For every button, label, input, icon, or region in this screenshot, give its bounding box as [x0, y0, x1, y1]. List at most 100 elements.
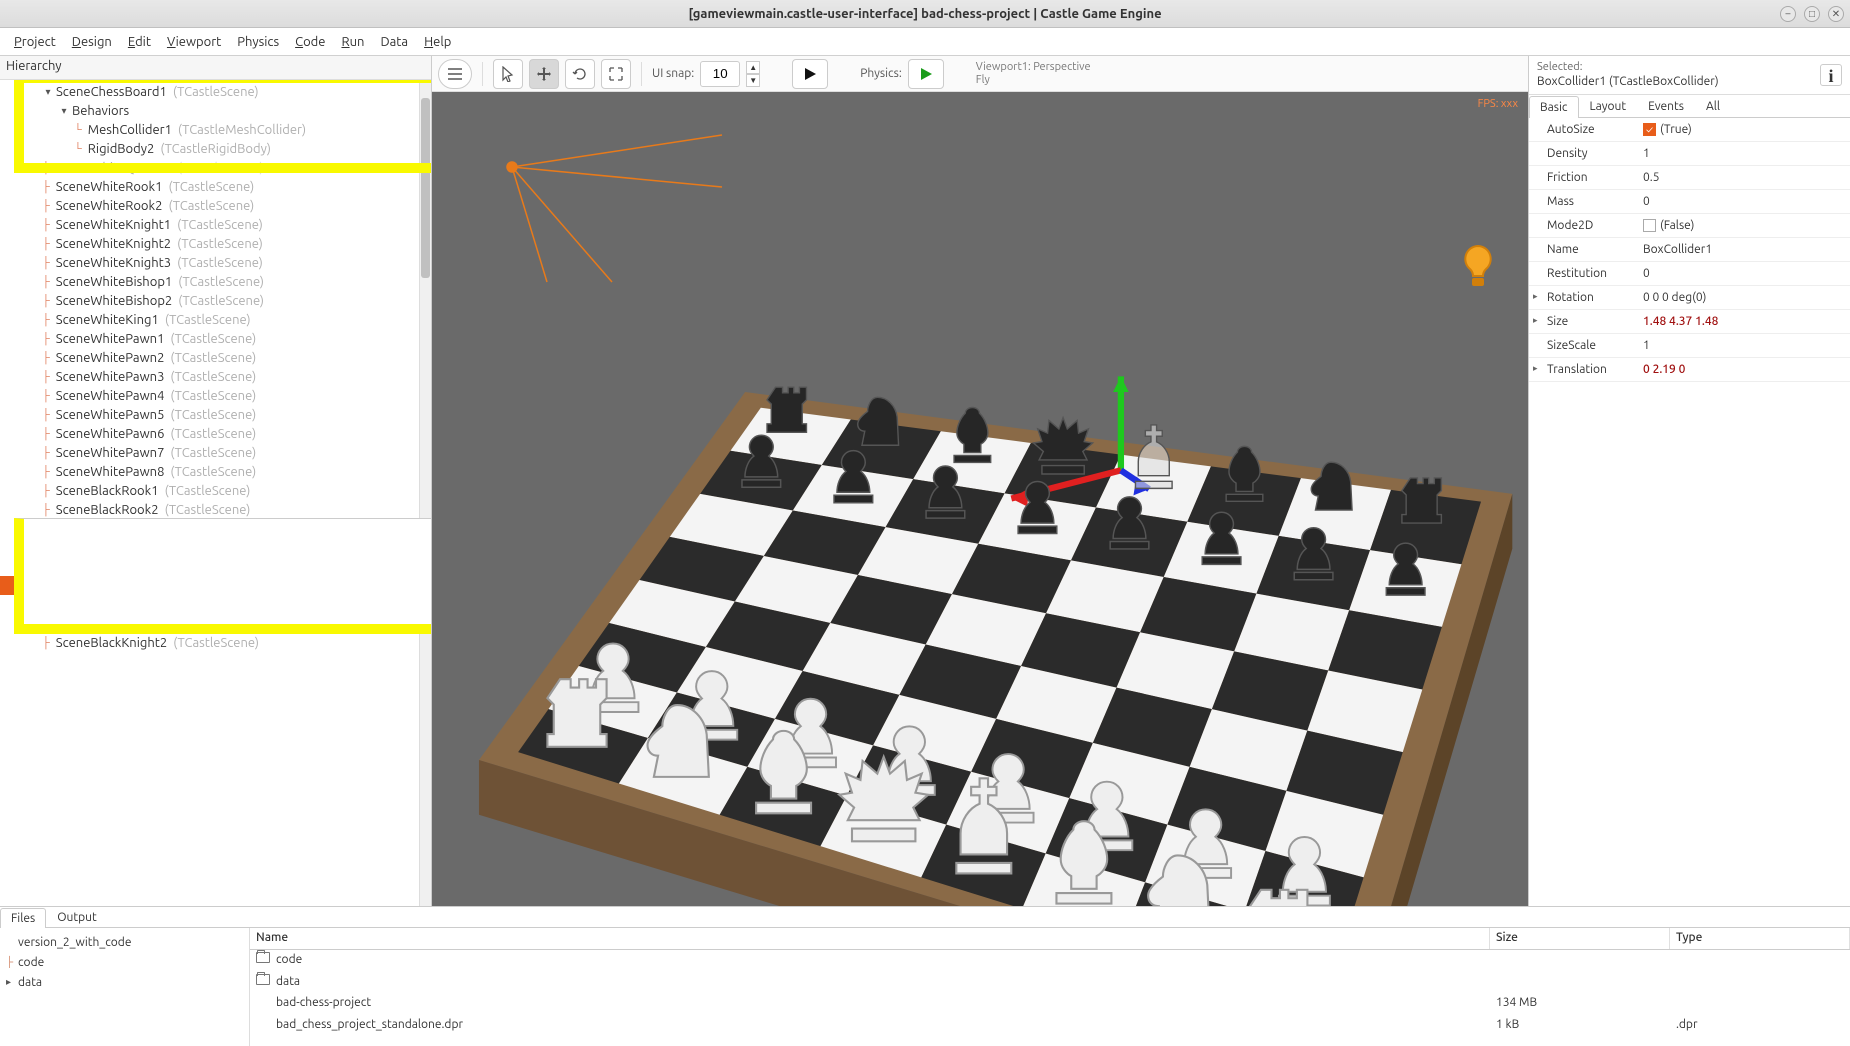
property-row[interactable]: Friction0.5: [1529, 166, 1850, 190]
hierarchy-item[interactable]: ├SceneBlackRook2(TCastleScene): [0, 500, 431, 519]
menu-physics[interactable]: Physics: [229, 31, 287, 53]
close-button[interactable]: ✕: [1828, 6, 1844, 22]
file-row[interactable]: data: [250, 972, 1850, 994]
tab-layout[interactable]: Layout: [1579, 95, 1638, 117]
tab-files[interactable]: Files: [0, 908, 46, 928]
hierarchy-item[interactable]: ├SceneWhiteKing1(TCastleScene): [0, 310, 431, 329]
hierarchy-item[interactable]: ├SceneWhiteBishop1(TCastleScene): [0, 272, 431, 291]
menu-run[interactable]: Run: [333, 31, 372, 53]
hierarchy-item[interactable]: ├SceneWhitePawn6(TCastleScene): [0, 424, 431, 443]
hierarchy-item[interactable]: └BoxCollider1(TCastleBoxCollider): [0, 576, 431, 595]
property-value[interactable]: 0: [1639, 195, 1850, 208]
hierarchy-item[interactable]: ├SceneBlackRook1(TCastleScene): [0, 481, 431, 500]
col-type[interactable]: Type: [1670, 928, 1850, 949]
property-value[interactable]: 0: [1639, 267, 1850, 280]
info-button[interactable]: i: [1820, 64, 1842, 86]
property-row[interactable]: ▸Size1.48 4.37 1.48: [1529, 310, 1850, 334]
select-tool-button[interactable]: [493, 59, 523, 89]
expand-icon[interactable]: ▸: [1533, 291, 1538, 302]
hierarchy-tree[interactable]: ▾SceneChessBoard1(TCastleScene) ▾Behavior…: [0, 80, 431, 906]
expand-icon[interactable]: ▾: [42, 86, 54, 98]
hierarchy-item[interactable]: ├SceneWhitePawn4(TCastleScene): [0, 386, 431, 405]
checkbox[interactable]: ✓: [1643, 123, 1656, 136]
col-size[interactable]: Size: [1490, 928, 1670, 949]
col-name[interactable]: Name: [250, 928, 1490, 949]
file-list[interactable]: Name Size Type codedatabad-chess-project…: [250, 928, 1850, 1046]
expand-icon[interactable]: ▸: [1533, 363, 1538, 374]
property-row[interactable]: SizeScale1: [1529, 334, 1850, 358]
property-value[interactable]: 0 2.19 0: [1639, 363, 1850, 376]
property-row[interactable]: Mode2D(False): [1529, 214, 1850, 238]
property-row[interactable]: Mass0: [1529, 190, 1850, 214]
property-value[interactable]: BoxCollider1: [1639, 243, 1850, 256]
expand-icon[interactable]: ▸: [6, 976, 18, 988]
menu-code[interactable]: Code: [287, 31, 333, 53]
property-value[interactable]: 0 0 0 deg(0): [1639, 291, 1850, 304]
dirtree-item[interactable]: ▸data: [6, 972, 243, 992]
property-row[interactable]: Density1: [1529, 142, 1850, 166]
rotate-tool-button[interactable]: [565, 59, 595, 89]
hierarchy-item[interactable]: ├SceneWhiteKnight2(TCastleScene): [0, 234, 431, 253]
move-tool-button[interactable]: [529, 59, 559, 89]
property-value[interactable]: 1: [1639, 147, 1850, 160]
maximize-button[interactable]: □: [1804, 6, 1820, 22]
property-row[interactable]: NameBoxCollider1: [1529, 238, 1850, 262]
hierarchy-item[interactable]: ├SceneWhiteKnight1(TCastleScene): [0, 215, 431, 234]
scale-tool-button[interactable]: [601, 59, 631, 89]
hierarchy-item[interactable]: ▾Behaviors: [0, 557, 431, 576]
property-row[interactable]: ▸Rotation0 0 0 deg(0): [1529, 286, 1850, 310]
menu-design[interactable]: Design: [64, 31, 120, 53]
hierarchy-item[interactable]: ├SceneWhitePawn3(TCastleScene): [0, 367, 431, 386]
property-value[interactable]: (False): [1639, 219, 1850, 232]
tab-basic[interactable]: Basic: [1529, 96, 1579, 118]
hierarchy-item[interactable]: └RigidBody1(TCastleRigidBody): [0, 595, 431, 614]
hierarchy-item[interactable]: ├SceneWhiteRook2(TCastleScene): [0, 196, 431, 215]
file-row[interactable]: bad-chess-project134 MB: [250, 994, 1850, 1016]
hierarchy-item[interactable]: ├SceneWhitePawn1(TCastleScene): [0, 329, 431, 348]
uisnap-up-button[interactable]: ▲: [746, 61, 760, 74]
hierarchy-item[interactable]: ▾SceneChessBoard1(TCastleScene): [0, 82, 431, 101]
property-value[interactable]: 0.5: [1639, 171, 1850, 184]
hierarchy-item[interactable]: ├SceneBlackQueen1(TCastleScene): [0, 519, 431, 538]
menu-edit[interactable]: Edit: [120, 31, 159, 53]
hierarchy-item[interactable]: └RigidBody2(TCastleRigidBody): [0, 139, 431, 158]
dirtree-item[interactable]: version_2_with_code: [6, 932, 243, 952]
toggle-hamburger-button[interactable]: [438, 59, 472, 89]
minimize-button[interactable]: –: [1780, 6, 1796, 22]
menu-project[interactable]: Project: [6, 31, 64, 53]
file-row[interactable]: bad_chess_project_standalone.dpr1 kB.dpr: [250, 1016, 1850, 1038]
hierarchy-item[interactable]: ├SceneBlackKnight1(TCastleScene): [0, 614, 431, 633]
expand-icon[interactable]: ▸: [1533, 315, 1538, 326]
dirtree-item[interactable]: ├code: [6, 952, 243, 972]
expand-icon[interactable]: ▾: [58, 561, 70, 573]
hierarchy-item[interactable]: ├SceneWhitePawn7(TCastleScene): [0, 443, 431, 462]
hierarchy-item[interactable]: ▾SceneBlackKing1(TCastleScene): [0, 538, 431, 557]
hierarchy-item[interactable]: ├SceneWhitePawn8(TCastleScene): [0, 462, 431, 481]
directory-tree[interactable]: version_2_with_code├code▸data: [0, 928, 250, 1046]
play-button[interactable]: [792, 59, 828, 89]
hierarchy-item[interactable]: ├SceneWhitePawn2(TCastleScene): [0, 348, 431, 367]
property-value[interactable]: 1: [1639, 339, 1850, 352]
hierarchy-item[interactable]: ├SceneWhiteQueen1(TCastleScene): [0, 158, 431, 177]
hierarchy-item[interactable]: ├SceneWhiteBishop2(TCastleScene): [0, 291, 431, 310]
property-value[interactable]: ✓(True): [1639, 123, 1850, 136]
property-value[interactable]: 1.48 4.37 1.48: [1639, 315, 1850, 328]
property-row[interactable]: Restitution0: [1529, 262, 1850, 286]
menu-viewport[interactable]: Viewport: [159, 31, 229, 53]
hierarchy-item[interactable]: ├SceneWhitePawn5(TCastleScene): [0, 405, 431, 424]
uisnap-down-button[interactable]: ▼: [746, 74, 760, 87]
menu-help[interactable]: Help: [416, 31, 459, 53]
expand-icon[interactable]: ▾: [58, 105, 70, 117]
menu-data[interactable]: Data: [372, 31, 416, 53]
viewport-3d[interactable]: FPS: xxx: [432, 92, 1528, 906]
tab-all[interactable]: All: [1695, 95, 1731, 117]
expand-icon[interactable]: ▾: [42, 542, 54, 554]
physics-play-button[interactable]: [908, 59, 944, 89]
file-row[interactable]: code: [250, 950, 1850, 972]
hierarchy-item[interactable]: ├SceneWhiteRook1(TCastleScene): [0, 177, 431, 196]
hierarchy-item[interactable]: └MeshCollider1(TCastleMeshCollider): [0, 120, 431, 139]
uisnap-input[interactable]: [700, 61, 740, 87]
checkbox[interactable]: [1643, 219, 1656, 232]
property-row[interactable]: ▸Translation0 2.19 0: [1529, 358, 1850, 382]
hierarchy-scrollbar[interactable]: [419, 80, 431, 906]
